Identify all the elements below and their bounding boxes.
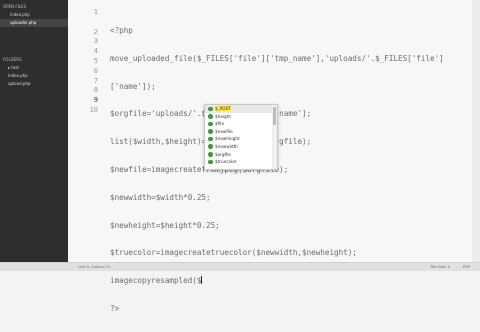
autocomplete-label: $orgfile [215,151,231,157]
line-number: 3 [93,37,98,46]
autocomplete-item[interactable]: $orgfile [205,151,277,159]
variable-icon [208,129,213,134]
code-line: $truecolor=imagecreatetruecolor($newwidt… [110,248,357,258]
open-file-item[interactable]: index.php [0,11,68,19]
code-line: <?php [110,26,133,35]
line-number: 2 [93,27,98,36]
folder-item[interactable]: index.php [0,72,68,80]
folders-header: FOLDERS [3,57,22,62]
cursor-position: Line 9, Column 21 [78,265,111,269]
autocomplete-label: $newwidth [215,143,238,149]
line-number: 4 [93,47,98,56]
code-line: $newfile=imagecreatefromjpeg($orgfile); [110,164,289,174]
line-number [68,18,102,28]
variable-icon [208,106,213,111]
line-number: 1 [93,8,98,16]
autocomplete-label: $newheight [215,136,240,142]
autocomplete-item[interactable]: $truecolor [205,158,277,166]
variable-icon [208,136,213,142]
variable-icon [208,121,213,127]
variable-icon [208,159,213,165]
code-line: list($width,$height)=getimagesize($orgfi… [110,137,480,147]
open-files-header: OPEN FILES [3,4,27,9]
variable-icon [208,152,213,157]
open-file-item[interactable]: uploader.php [0,19,68,27]
syntax-indicator[interactable]: PHP [463,265,470,269]
sidebar: OPEN FILES index.php uploader.php FOLDER… [0,0,68,262]
line-number: 10 [89,105,98,114]
code-line: move_uploaded_file($_FILES['file']['tmp_… [110,53,444,63]
line-number: 7 [93,76,98,85]
tab-size-indicator[interactable]: Tab Size: 4 [431,265,450,269]
folder-item[interactable]: upload.php [0,80,68,88]
autocomplete-label: $file [215,121,225,127]
line-number: 5 [93,56,98,65]
variable-icon [208,114,213,119]
code-line-text: imagecopyresampled($ [110,276,202,286]
autocomplete-popup[interactable]: $_POST $height $file $newfile $newheight… [204,104,278,170]
line-number: 9 [93,96,98,105]
autocomplete-scrollbar[interactable] [272,105,277,169]
autocomplete-item[interactable]: $height [205,113,277,121]
code-line-current: imagecopyresampled($ [110,276,480,286]
code-line: ?> [110,303,120,313]
line-number: 8 [93,86,98,95]
folder-item[interactable]: ▸ test [0,64,68,72]
autocomplete-item[interactable]: $newwidth [205,143,277,151]
code-line: $newwidth=$width*0.25; [110,192,211,202]
autocomplete-label: $truecolor [215,159,237,165]
code-line: ['name']); [110,81,156,91]
autocomplete-label: $newfile [215,128,233,134]
line-number-gutter: 1 2 3 4 5 6 7 8 9 10 [68,8,102,116]
autocomplete-item[interactable]: $newheight [205,135,277,143]
editor-scrollbar[interactable] [472,0,480,262]
autocomplete-item[interactable]: $newfile [205,128,277,136]
code-line: $orgfile='uploads/'.$_FILES['file']['nam… [110,109,480,119]
variable-icon [208,144,213,149]
autocomplete-item[interactable]: $file [205,120,277,128]
line-number: 6 [93,66,98,75]
code-area[interactable]: <?php move_uploaded_file($_FILES['file']… [110,8,480,332]
autocomplete-label: $height [215,113,232,119]
code-line: $newheight=$height*0.25; [110,220,220,230]
autocomplete-label: $_POST [215,106,231,111]
autocomplete-scroll-thumb[interactable] [273,107,276,125]
autocomplete-item[interactable]: $_POST [205,105,277,113]
text-cursor [201,276,203,285]
